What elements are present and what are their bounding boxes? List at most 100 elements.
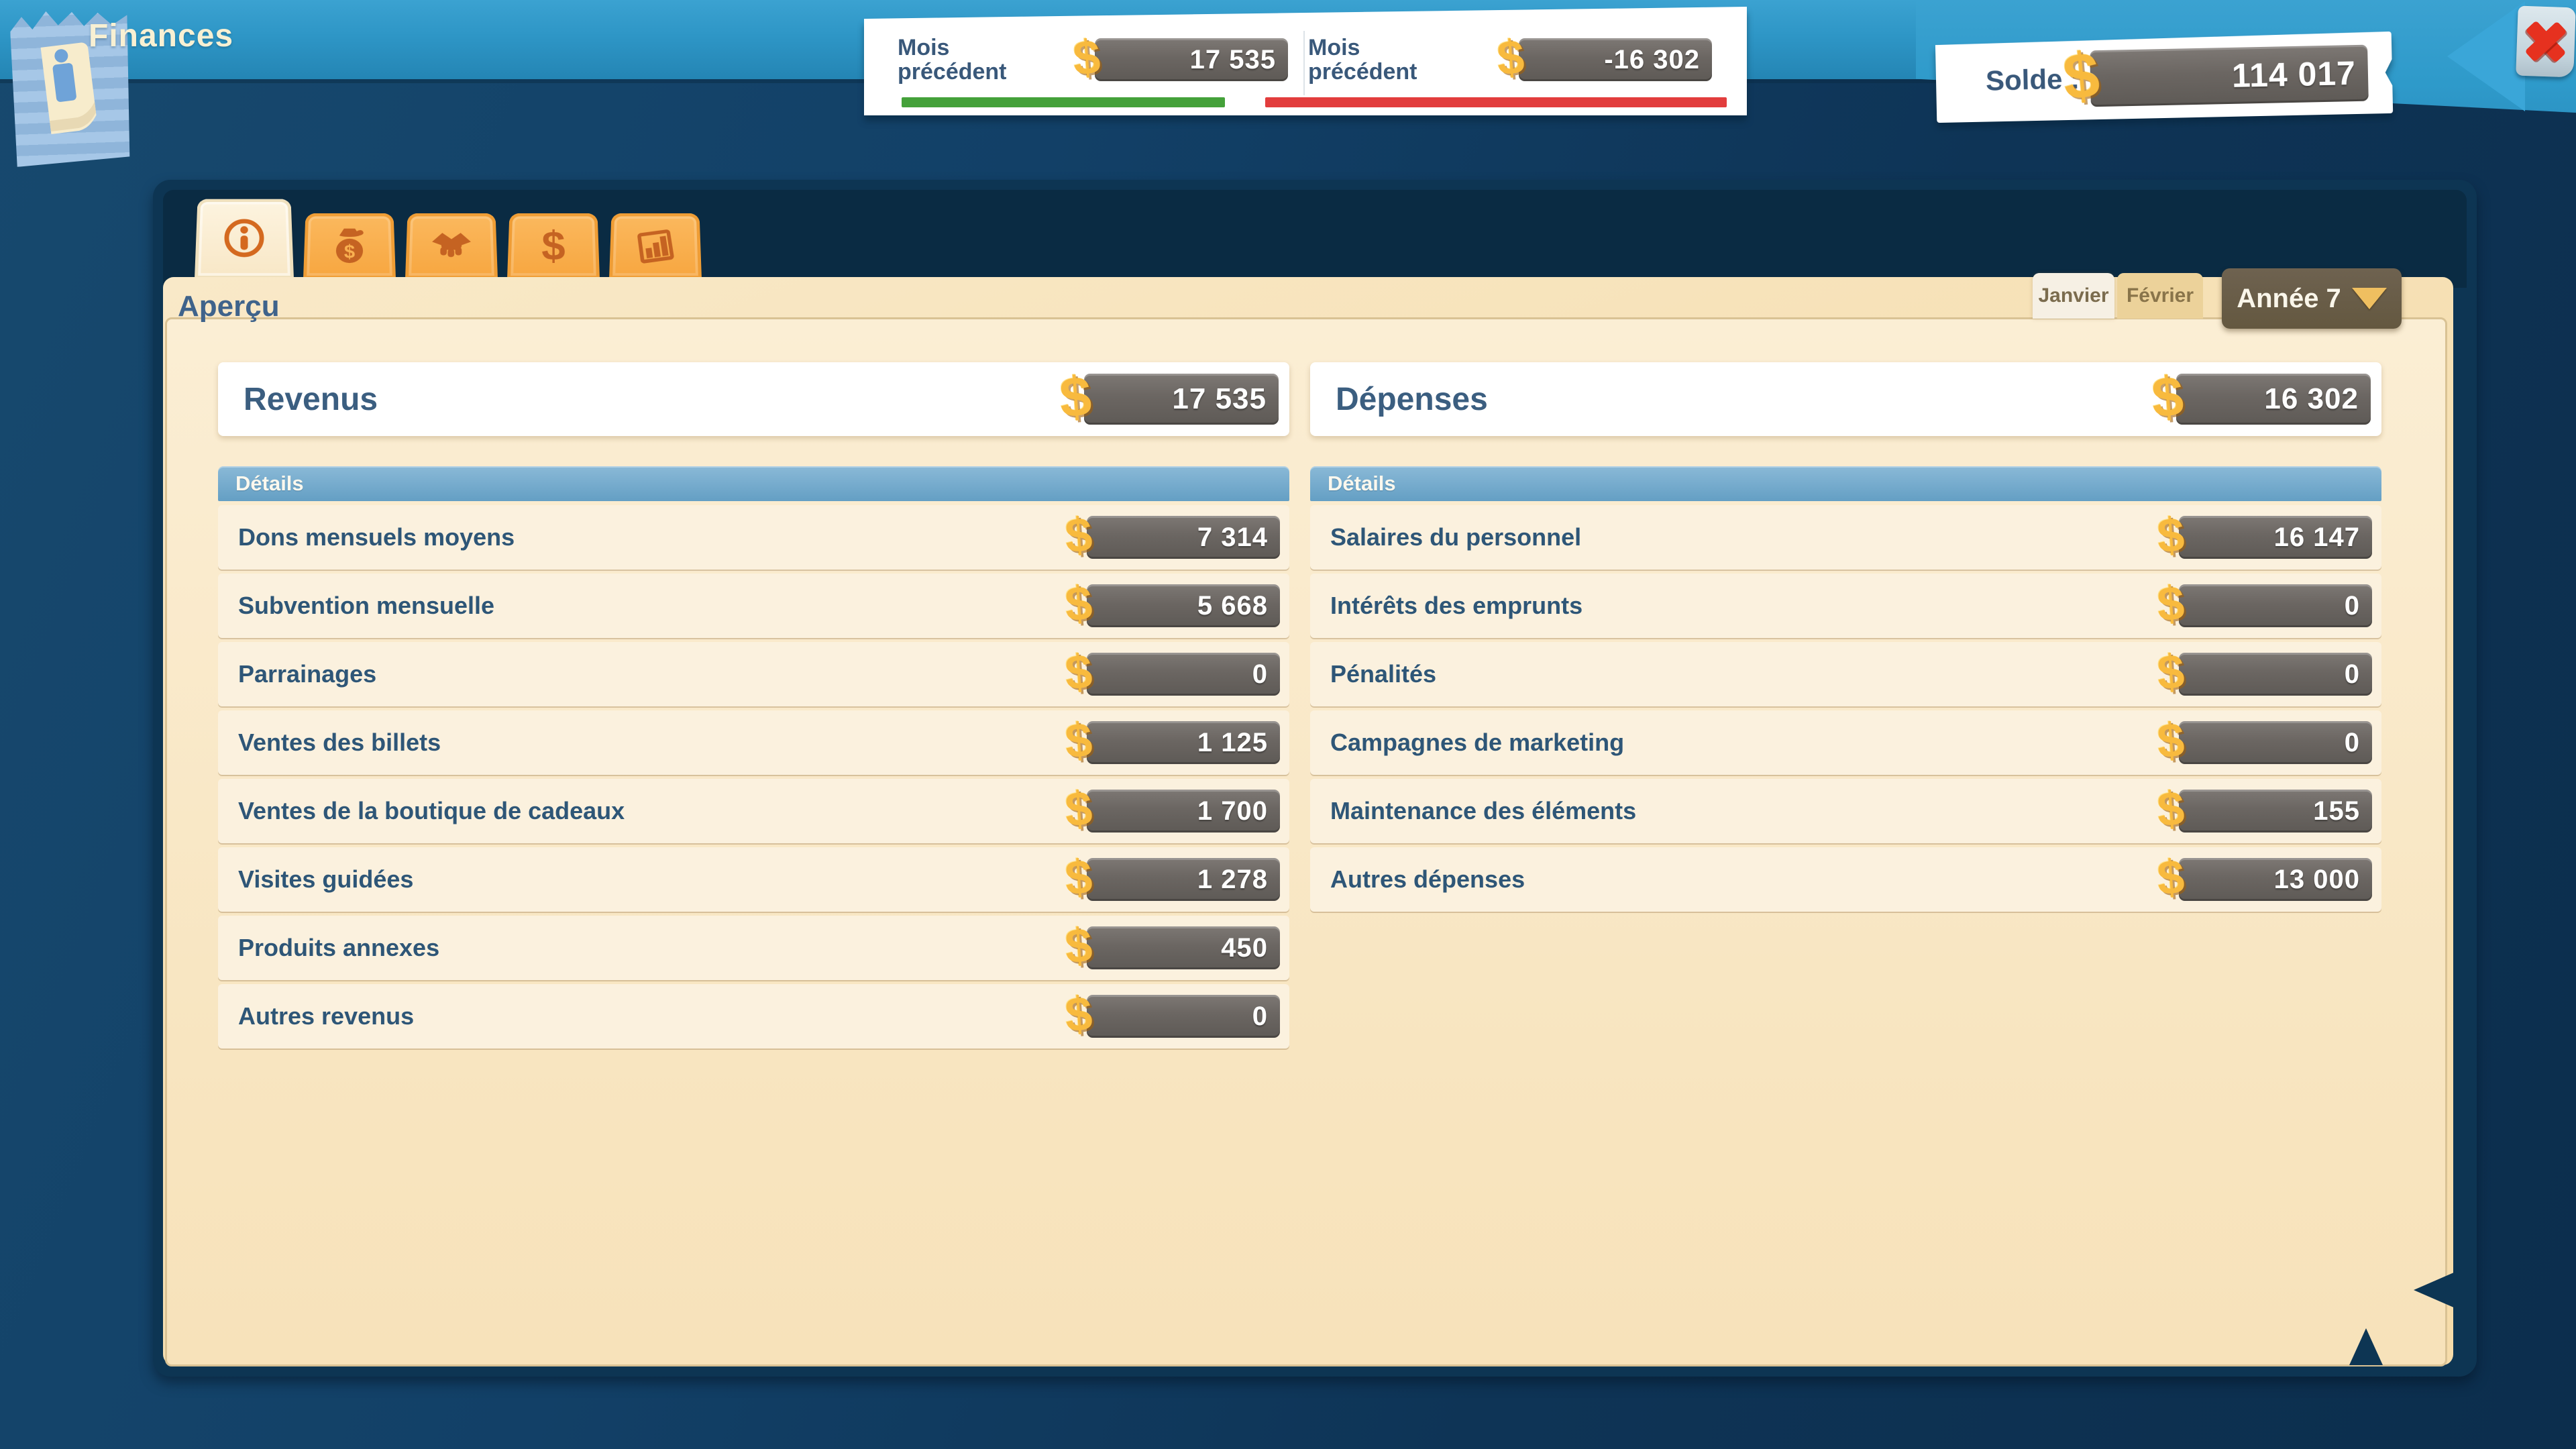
row-label: Maintenance des éléments <box>1330 797 1636 825</box>
currency-icon: $ <box>2060 38 2102 115</box>
row-amount: $ 1 125 <box>1087 721 1280 764</box>
expenses-total-amount: $ 16 302 <box>2176 374 2371 425</box>
row-label: Salaires du personnel <box>1330 523 1581 551</box>
year-dropdown[interactable]: Année 7 <box>2222 268 2402 329</box>
previous-month-income: Mois précédent $ 17 535 <box>898 23 1300 97</box>
section-title: Aperçu <box>178 290 280 323</box>
currency-icon: $ <box>2155 712 2186 769</box>
row-amount: $ 7 314 <box>1087 516 1280 559</box>
prev-expense-label: Mois précédent <box>1308 36 1417 84</box>
currency-icon: $ <box>2155 507 2186 564</box>
row-label: Autres revenus <box>238 1002 414 1030</box>
row-label: Campagnes de marketing <box>1330 729 1624 757</box>
month-tab-janvier[interactable]: Janvier <box>2033 273 2114 319</box>
currency-icon: $ <box>1058 364 1093 431</box>
expenses-title: Dépenses <box>1336 381 1488 418</box>
prev-income-amount: $ 17 535 <box>1095 38 1288 81</box>
table-row: Visites guidées $ 1 278 <box>218 847 1289 912</box>
tab-finance[interactable]: $ <box>507 213 600 279</box>
info-icon <box>222 217 267 259</box>
row-amount: $ 13 000 <box>2179 858 2372 901</box>
summary-divider <box>1303 31 1305 95</box>
currency-icon: $ <box>1495 30 1526 87</box>
row-label: Subvention mensuelle <box>238 592 494 620</box>
table-row: Produits annexes $ 450 <box>218 916 1289 980</box>
prev-expense-amount: $ -16 302 <box>1519 38 1712 81</box>
row-amount: $ 0 <box>2179 653 2372 696</box>
table-row: Dons mensuels moyens $ 7 314 <box>218 505 1289 570</box>
income-status-bar <box>902 97 1225 107</box>
table-row: Parrainages $ 0 <box>218 642 1289 706</box>
dollar-icon: $ <box>531 224 576 267</box>
table-row: Intérêts des emprunts $ 0 <box>1310 574 2381 638</box>
tab-overview[interactable] <box>195 199 294 279</box>
tab-sponsorship[interactable] <box>405 213 498 279</box>
income-total-card: Revenus $ 17 535 <box>218 362 1289 436</box>
table-row: Subvention mensuelle $ 5 668 <box>218 574 1289 638</box>
tab-income[interactable]: $ <box>303 213 396 279</box>
close-ribbon-chevron <box>2447 1 2525 111</box>
finances-tabs: $ $ <box>195 193 702 279</box>
currency-icon: $ <box>1063 644 1094 701</box>
currency-icon: $ <box>1063 712 1094 769</box>
table-row: Maintenance des éléments $ 155 <box>1310 779 2381 843</box>
table-row: Ventes de la boutique de cadeaux $ 1 700 <box>218 779 1289 843</box>
currency-icon: $ <box>2155 781 2186 838</box>
income-total-amount: $ 17 535 <box>1084 374 1279 425</box>
row-label: Ventes de la boutique de cadeaux <box>238 797 625 825</box>
currency-icon: $ <box>1063 507 1094 564</box>
table-row: Salaires du personnel $ 16 147 <box>1310 505 2381 570</box>
currency-icon: $ <box>1063 918 1094 975</box>
row-amount: $ 16 147 <box>2179 516 2372 559</box>
table-row: Pénalités $ 0 <box>1310 642 2381 706</box>
currency-icon: $ <box>2155 849 2186 906</box>
prev-income-label: Mois précédent <box>898 36 1007 84</box>
table-row: Ventes des billets $ 1 125 <box>218 710 1289 775</box>
expenses-details-header: Détails <box>1310 466 2381 501</box>
row-amount: $ 0 <box>1087 995 1280 1038</box>
currency-icon: $ <box>2155 644 2186 701</box>
currency-icon: $ <box>1071 30 1102 87</box>
panel-edge-notch <box>2349 1328 2383 1365</box>
currency-icon: $ <box>1063 849 1094 906</box>
row-label: Intérêts des emprunts <box>1330 592 1582 620</box>
income-rows: Dons mensuels moyens $ 7 314 Subvention … <box>218 505 1289 1049</box>
month-tab-fevrier[interactable]: Février <box>2117 273 2203 319</box>
income-title: Revenus <box>244 381 378 418</box>
row-amount: $ 155 <box>2179 790 2372 833</box>
svg-text:$: $ <box>344 241 355 262</box>
row-amount: $ 0 <box>1087 653 1280 696</box>
row-label: Autres dépenses <box>1330 865 1525 894</box>
currency-icon: $ <box>2150 364 2186 431</box>
row-label: Produits annexes <box>238 934 439 962</box>
bar-chart-icon <box>633 224 678 267</box>
income-details-header: Détails <box>218 466 1289 501</box>
row-amount: $ 0 <box>2179 584 2372 627</box>
table-row: Autres revenus $ 0 <box>218 984 1289 1049</box>
panel-edge-notch <box>2414 1272 2455 1308</box>
row-label: Visites guidées <box>238 865 413 894</box>
row-amount: $ 1 278 <box>1087 858 1280 901</box>
money-bag-icon: $ <box>327 224 372 267</box>
previous-month-summary: Mois précédent $ 17 535 Mois précédent $… <box>864 7 1747 115</box>
income-column: Revenus $ 17 535 Détails Dons mensuels m… <box>218 362 1289 1049</box>
close-button[interactable] <box>2516 6 2576 78</box>
currency-icon: $ <box>1063 576 1094 633</box>
expense-status-bar <box>1265 97 1727 107</box>
row-amount: $ 0 <box>2179 721 2372 764</box>
page-title: Finances <box>89 17 233 54</box>
table-row: Autres dépenses $ 13 000 <box>1310 847 2381 912</box>
expenses-rows: Salaires du personnel $ 16 147 Intérêts … <box>1310 505 2381 912</box>
row-label: Ventes des billets <box>238 729 441 757</box>
row-label: Parrainages <box>238 660 376 688</box>
currency-icon: $ <box>1063 781 1094 838</box>
row-label: Dons mensuels moyens <box>238 523 515 551</box>
finances-screen: Finances Mois précédent $ 17 535 Mois pr… <box>0 0 2576 1449</box>
currency-icon: $ <box>2155 576 2186 633</box>
balance-banner: Solde : $ 114 017 <box>1935 32 2393 123</box>
tab-statistics[interactable] <box>609 213 702 279</box>
previous-month-expense: Mois précédent $ -16 302 <box>1308 23 1724 97</box>
year-dropdown-label: Année 7 <box>2237 284 2341 314</box>
row-label: Pénalités <box>1330 660 1436 688</box>
expenses-total-card: Dépenses $ 16 302 <box>1310 362 2381 436</box>
